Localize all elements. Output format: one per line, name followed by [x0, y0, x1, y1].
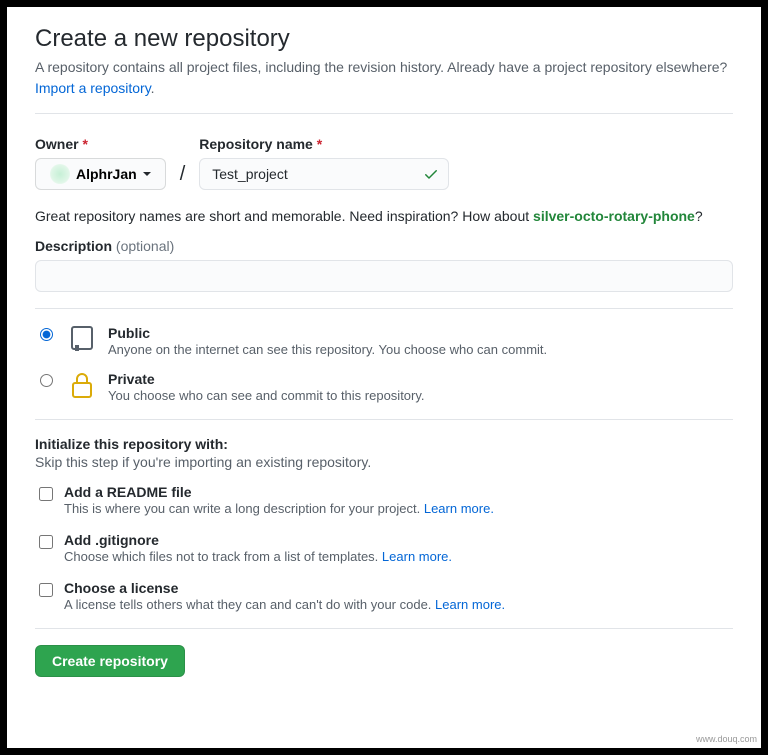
public-sub: Anyone on the internet can see this repo…	[108, 342, 547, 357]
private-sub: You choose who can see and commit to thi…	[108, 388, 425, 403]
divider	[35, 308, 733, 309]
gitignore-title: Add .gitignore	[64, 532, 452, 548]
owner-select-button[interactable]: AlphrJan	[35, 158, 166, 190]
add-gitignore-checkbox[interactable]	[39, 535, 53, 549]
page-title: Create a new repository	[35, 25, 733, 53]
license-learn-more-link[interactable]: Learn more.	[435, 597, 505, 612]
gitignore-sub: Choose which files not to track from a l…	[64, 549, 452, 564]
divider	[35, 419, 733, 420]
choose-license-checkbox[interactable]	[39, 583, 53, 597]
caret-down-icon	[143, 172, 151, 177]
lock-icon	[68, 371, 96, 399]
suggested-name-link[interactable]: silver-octo-rotary-phone	[533, 208, 695, 224]
repo-name-input[interactable]	[199, 158, 449, 190]
description-input[interactable]	[35, 260, 733, 292]
divider	[35, 628, 733, 629]
init-heading: Initialize this repository with:	[35, 436, 733, 452]
slash-separator: /	[180, 163, 186, 186]
readme-title: Add a README file	[64, 484, 494, 500]
init-sub: Skip this step if you're importing an ex…	[35, 454, 733, 470]
add-readme-checkbox[interactable]	[39, 487, 53, 501]
repo-icon	[68, 325, 96, 353]
import-repository-link[interactable]: Import a repository	[35, 80, 151, 96]
watermark: www.douq.com	[696, 734, 757, 744]
description-label: Description (optional)	[35, 238, 733, 254]
visibility-public-radio[interactable]	[40, 328, 53, 341]
visibility-private-radio[interactable]	[40, 374, 53, 387]
divider	[35, 113, 733, 114]
license-sub: A license tells others what they can and…	[64, 597, 505, 612]
name-hint: Great repository names are short and mem…	[35, 208, 733, 224]
repo-name-label: Repository name *	[199, 136, 449, 152]
create-repository-button[interactable]: Create repository	[35, 645, 185, 677]
gitignore-learn-more-link[interactable]: Learn more.	[382, 549, 452, 564]
lead-text: A repository contains all project files,…	[35, 59, 727, 75]
private-title: Private	[108, 371, 425, 387]
check-icon	[423, 166, 439, 182]
page-lead: A repository contains all project files,…	[35, 57, 733, 99]
owner-name: AlphrJan	[76, 166, 137, 182]
avatar	[50, 164, 70, 184]
readme-learn-more-link[interactable]: Learn more.	[424, 501, 494, 516]
license-title: Choose a license	[64, 580, 505, 596]
readme-sub: This is where you can write a long descr…	[64, 501, 494, 516]
public-title: Public	[108, 325, 547, 341]
owner-label: Owner *	[35, 136, 166, 152]
